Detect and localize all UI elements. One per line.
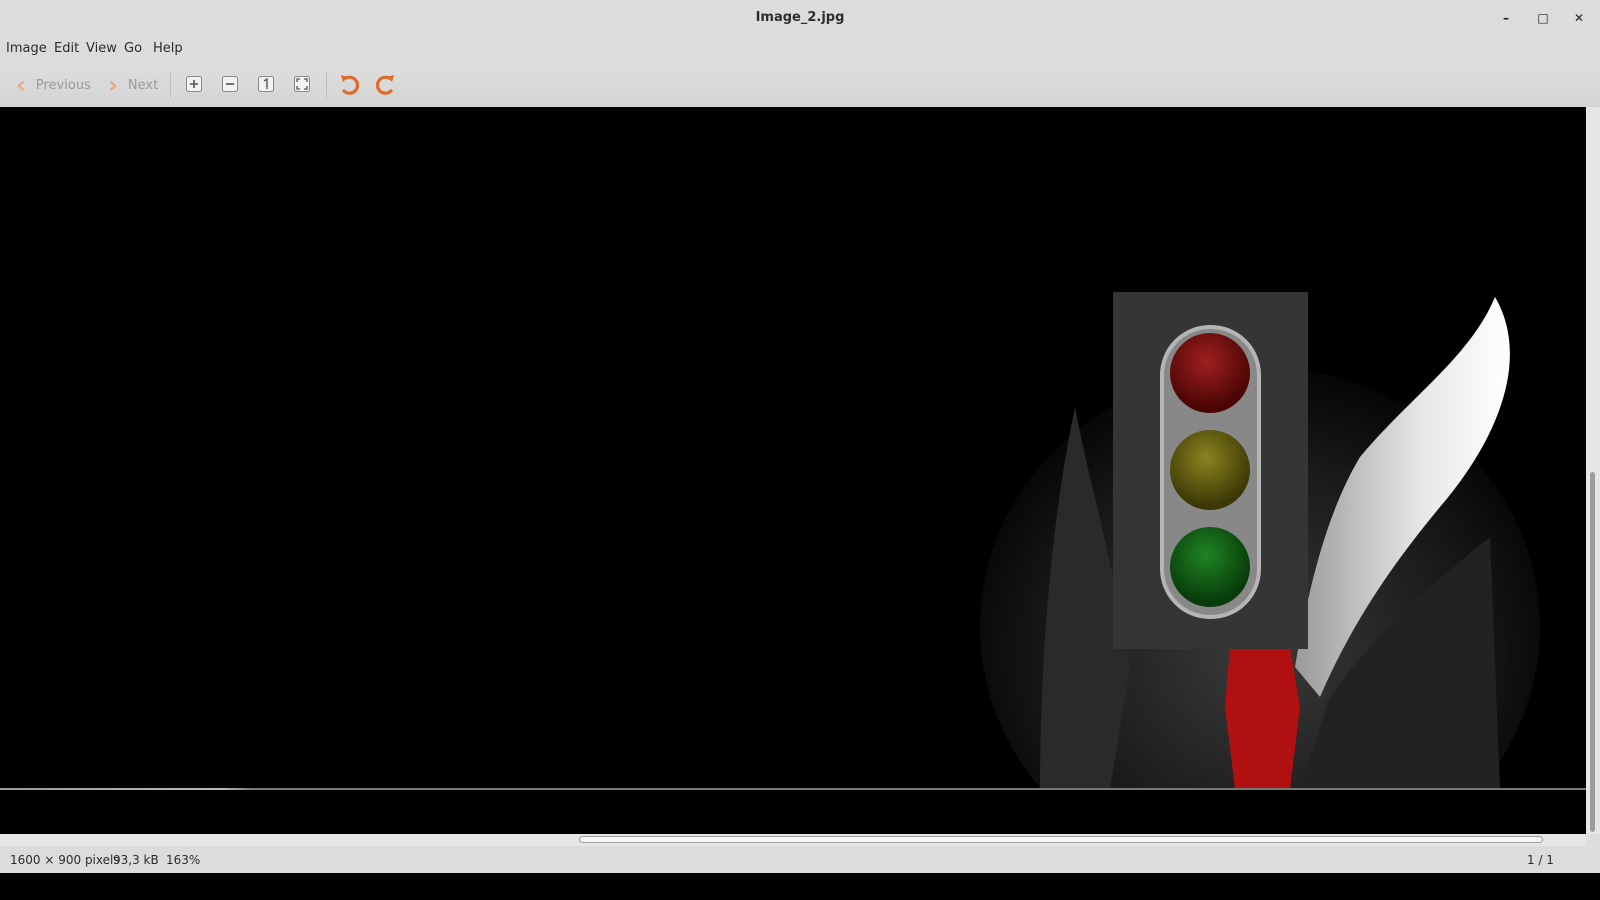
previous-button[interactable]: ‹ Previous xyxy=(16,73,91,97)
red-tie xyxy=(1225,647,1300,789)
next-button[interactable]: › Next xyxy=(108,73,158,97)
menu-edit[interactable]: Edit xyxy=(54,41,79,56)
image-canvas[interactable] xyxy=(0,107,1586,834)
status-bar: 1600 × 900 pixels 93,3 kB 163% 1 / 1 xyxy=(0,847,1600,873)
menu-bar: Image Edit View Go Help xyxy=(0,37,1600,61)
toolbar-separator xyxy=(326,72,327,98)
vertical-scroll-thumb[interactable] xyxy=(1590,472,1595,832)
displayed-image xyxy=(980,292,1540,789)
zoom-level: 163% xyxy=(166,853,201,867)
vertical-scrollbar[interactable] xyxy=(1586,107,1600,834)
desktop-strip xyxy=(0,873,1600,900)
menu-view[interactable]: View xyxy=(86,41,117,56)
image-dimensions: 1600 × 900 pixels xyxy=(10,853,120,867)
menu-go[interactable]: Go xyxy=(124,41,142,56)
zoom-fit-icon[interactable] xyxy=(293,75,311,93)
minimize-button[interactable]: – xyxy=(1497,9,1515,27)
previous-label: Previous xyxy=(35,77,91,93)
chevron-right-icon: › xyxy=(108,71,118,99)
toolbar: ‹ Previous › Next xyxy=(0,63,1600,108)
window-title: Image_2.jpg xyxy=(755,10,845,25)
horizontal-scroll-thumb[interactable] xyxy=(579,836,1543,843)
menu-image[interactable]: Image xyxy=(6,41,47,56)
image-viewer-window: Image_2.jpg – □ ✕ Image Edit View Go Hel… xyxy=(0,0,1600,873)
zoom-normal-icon[interactable] xyxy=(257,75,275,93)
red-light xyxy=(1170,333,1250,413)
green-light xyxy=(1170,527,1250,607)
title-bar[interactable]: Image_2.jpg – □ ✕ xyxy=(0,0,1600,36)
horizontal-scrollbar[interactable] xyxy=(0,834,1586,846)
rotate-right-icon[interactable] xyxy=(372,72,398,98)
rotate-left-icon[interactable] xyxy=(337,72,363,98)
next-label: Next xyxy=(127,77,159,93)
zoom-in-icon[interactable] xyxy=(185,75,203,93)
maximize-button[interactable]: □ xyxy=(1534,9,1552,27)
zoom-out-icon[interactable] xyxy=(221,75,239,93)
file-size: 93,3 kB xyxy=(113,853,159,867)
yellow-light xyxy=(1170,430,1250,510)
image-bottom-edge xyxy=(0,788,1586,790)
close-button[interactable]: ✕ xyxy=(1570,9,1588,27)
page-counter: 1 / 1 xyxy=(1527,853,1554,867)
chevron-left-icon: ‹ xyxy=(16,71,26,99)
menu-help[interactable]: Help xyxy=(153,41,183,56)
toolbar-separator xyxy=(170,72,171,98)
